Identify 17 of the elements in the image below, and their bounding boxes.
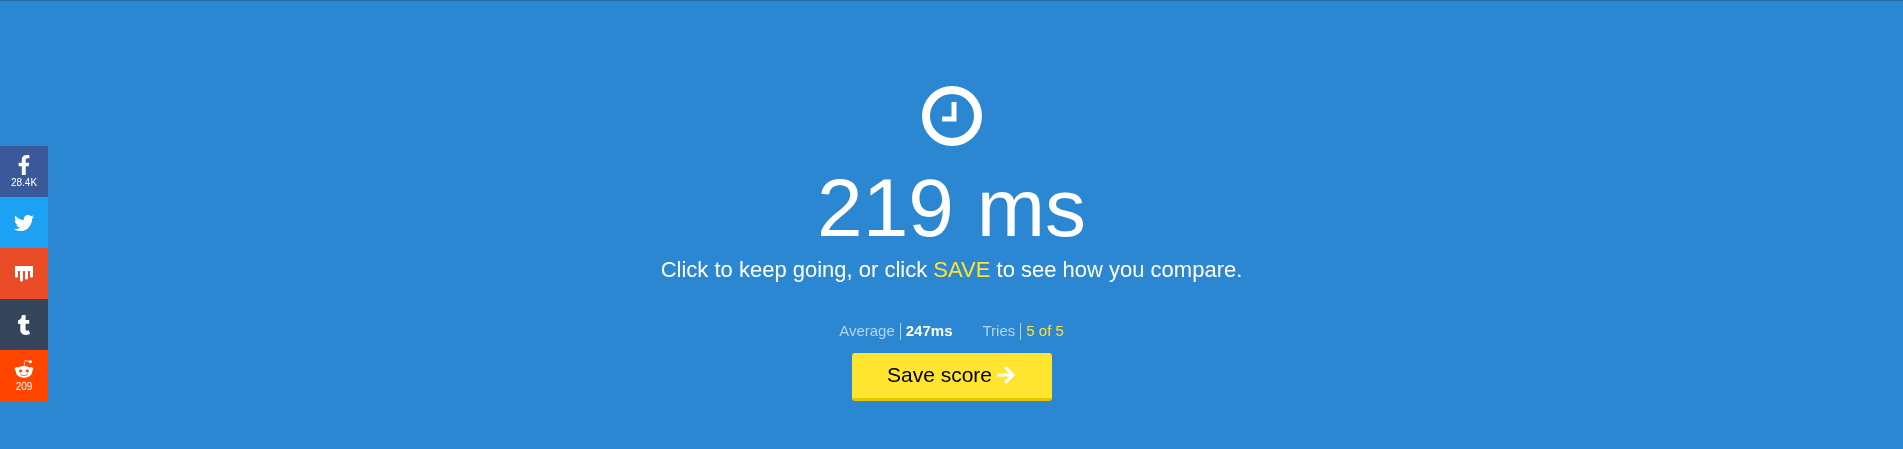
- instruction-text: Click to keep going, or click SAVE to see how you compare.: [660, 256, 1243, 284]
- save-score-button[interactable]: Save score: [851, 352, 1052, 401]
- reaction-time: 219 ms: [817, 167, 1086, 249]
- arrow-icon: [996, 365, 1017, 385]
- clock-icon: [920, 85, 983, 147]
- stat-label: Tries: [982, 321, 1016, 341]
- reddit-icon: [14, 359, 34, 379]
- share-button[interactable]: 28.4K: [0, 146, 48, 197]
- stat-value: 247ms: [905, 321, 953, 341]
- share-button[interactable]: [0, 299, 48, 350]
- stat-label: Average: [839, 321, 895, 341]
- mix-logo-icon: [14, 263, 34, 284]
- stat-value: 5 of 5: [1026, 321, 1064, 341]
- share-count: 209: [15, 382, 33, 392]
- twitter-icon: [14, 212, 34, 233]
- share-button[interactable]: 209: [0, 350, 48, 401]
- share-count: 28.4K: [10, 178, 38, 188]
